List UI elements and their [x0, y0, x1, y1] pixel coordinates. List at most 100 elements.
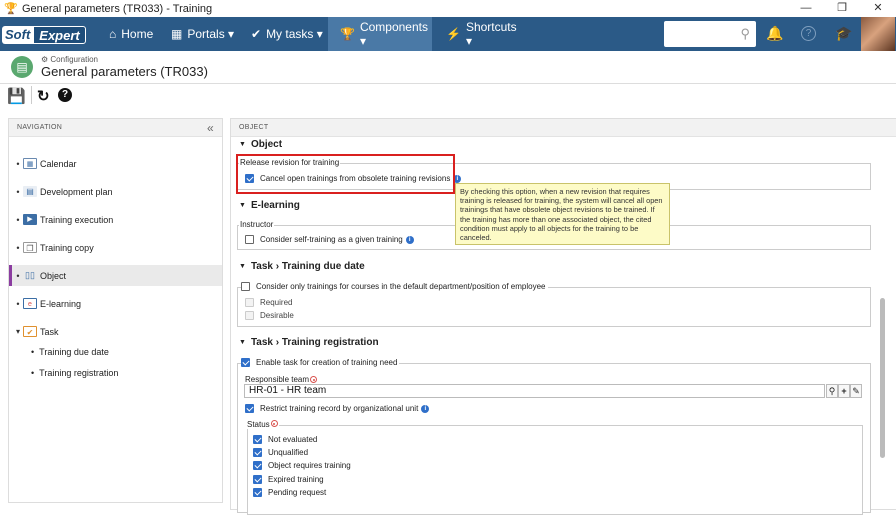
caret-down-icon: ▼ — [239, 141, 246, 148]
status-object-requires-training[interactable]: Object requires training — [253, 461, 351, 470]
nav-components[interactable]: 🏆 Components ▾ — [328, 17, 432, 51]
e-learning-icon: e — [23, 298, 37, 309]
required-icon — [310, 376, 318, 383]
gear-icon: ⚙ — [41, 55, 49, 64]
bell-icon[interactable]: 🔔 — [766, 25, 783, 42]
nav-item-task[interactable]: ▾ ✔ Task — [9, 321, 222, 342]
search-input[interactable]: ⚲ — [664, 21, 756, 47]
top-navbar: Soft Expert ⌂ Home ▦ Portals ▾ ✔ My tasks… — [0, 17, 896, 51]
task-icon: ✔ — [23, 326, 37, 337]
scrollbar[interactable] — [880, 298, 885, 458]
status-checkbox[interactable] — [253, 488, 262, 497]
window-title: General parameters (TR033) - Training — [22, 2, 213, 15]
clear-team-button[interactable]: ✎ — [850, 384, 862, 398]
status-not-evaluated[interactable]: Not evaluated — [253, 435, 317, 444]
nav-item-e-learning[interactable]: • e E-learning — [9, 293, 222, 314]
due-date-fieldset — [237, 287, 871, 327]
info-icon[interactable]: i — [421, 404, 430, 413]
instructor-legend: Instructor — [239, 220, 275, 229]
nav-item-training-execution[interactable]: • ▶ Training execution — [9, 209, 222, 230]
collapse-icon[interactable]: « — [207, 119, 214, 137]
close-button[interactable]: ✕ — [860, 0, 896, 17]
check-icon: ✔ — [251, 27, 262, 41]
breadcrumb: ⚙ Configuration — [41, 55, 98, 64]
responsible-team-field[interactable]: HR-01 - HR team — [244, 384, 825, 398]
nav-subitem-training-due-date[interactable]: • Training due date — [31, 347, 109, 357]
copy-icon: ❐ — [23, 242, 37, 253]
status-checkbox[interactable] — [253, 435, 262, 444]
portals-icon: ▦ — [171, 27, 183, 41]
home-icon: ⌂ — [109, 27, 117, 41]
status-checkbox[interactable] — [253, 461, 262, 470]
toolbar — [0, 84, 896, 109]
training-execution-icon: ▶ — [23, 214, 37, 225]
restore-button[interactable]: ❐ — [824, 0, 860, 17]
status-expired-training[interactable]: Expired training — [253, 475, 324, 484]
calendar-icon: ▦ — [23, 158, 37, 169]
status-unqualified[interactable]: Unqualified — [253, 448, 308, 457]
status-fieldset — [247, 425, 863, 515]
required-checkbox[interactable] — [245, 298, 254, 307]
softexpert-logo[interactable]: Soft Expert — [2, 25, 86, 44]
required-option[interactable]: Required — [245, 298, 292, 307]
development-plan-icon: ▤ — [23, 186, 37, 197]
help-icon[interactable]: ? — [58, 88, 72, 102]
nav-shortcuts[interactable]: ⚡ Shortcuts ▾ — [440, 17, 520, 51]
highlight-box — [236, 154, 455, 194]
section-training-registration[interactable]: ▼ Task › Training registration — [239, 337, 379, 348]
enable-task-checkbox[interactable] — [241, 358, 250, 367]
status-legend: Status — [246, 420, 279, 429]
lightning-icon: ⚡ — [446, 27, 461, 41]
desirable-checkbox[interactable] — [245, 311, 254, 320]
object-icon: ▯▯ — [25, 270, 35, 280]
nav-my-tasks[interactable]: ✔ My tasks ▾ — [247, 17, 327, 51]
status-checkbox[interactable] — [253, 448, 262, 457]
required-icon — [270, 420, 278, 427]
avatar[interactable] — [861, 17, 895, 51]
self-training-option[interactable]: Consider self-training as a given traini… — [245, 235, 414, 244]
content-header: OBJECT — [231, 119, 896, 137]
refresh-icon[interactable]: ↻ — [37, 87, 50, 105]
help-icon[interactable]: ? — [801, 26, 816, 41]
navigation-header: NAVIGATION « — [9, 119, 222, 137]
nav-item-development-plan[interactable]: • ▤ Development plan — [9, 181, 222, 202]
caret-down-icon: ▼ — [239, 202, 246, 209]
desirable-option[interactable]: Desirable — [245, 311, 294, 320]
caret-down-icon: ▼ — [239, 263, 246, 270]
info-icon[interactable]: i — [405, 235, 414, 244]
nav-subitem-training-registration[interactable]: • Training registration — [31, 368, 118, 378]
trophy-icon: 🏆 — [4, 3, 18, 15]
nav-item-training-copy[interactable]: • ❐ Training copy — [9, 237, 222, 258]
status-checkbox[interactable] — [253, 475, 262, 484]
section-training-due-date[interactable]: ▼ Task › Training due date — [239, 261, 365, 272]
tooltip: By checking this option, when a new revi… — [455, 183, 670, 245]
section-object[interactable]: ▼ Object — [239, 139, 282, 150]
search-icon[interactable]: ⚲ — [740, 26, 750, 42]
enable-task-option[interactable]: Enable task for creation of training nee… — [241, 358, 400, 367]
minimize-button[interactable]: — — [788, 0, 824, 17]
responsible-team-label: Responsible team — [245, 375, 318, 384]
self-training-checkbox[interactable] — [245, 235, 254, 244]
status-pending-request[interactable]: Pending request — [253, 488, 326, 497]
search-team-button[interactable]: ⚲ — [826, 384, 838, 398]
default-department-option[interactable]: Consider only trainings for courses in t… — [241, 282, 548, 291]
page-title: General parameters (TR033) — [41, 64, 208, 79]
save-icon[interactable]: 💾 — [7, 87, 26, 105]
restrict-org-unit-option[interactable]: Restrict training record by organization… — [245, 404, 430, 413]
trophy-icon: 🏆 — [340, 27, 355, 41]
restrict-org-unit-checkbox[interactable] — [245, 404, 254, 413]
training-module-icon: ▤ — [11, 56, 33, 78]
window-titlebar: 🏆 General parameters (TR033) - Training … — [0, 0, 896, 17]
section-e-learning[interactable]: ▼ E-learning — [239, 200, 300, 211]
add-team-button[interactable]: + — [838, 384, 850, 398]
window-controls: — ❐ ✕ — [788, 0, 896, 17]
default-department-checkbox[interactable] — [241, 282, 250, 291]
nav-home[interactable]: ⌂ Home — [104, 17, 166, 51]
navigation-panel: NAVIGATION « • ▦ Calendar • ▤ Development … — [8, 118, 223, 503]
toolbar-divider — [31, 86, 32, 104]
graduation-cap-icon[interactable]: 🎓 — [835, 25, 852, 42]
nav-item-calendar[interactable]: • ▦ Calendar — [9, 153, 222, 174]
nav-item-object[interactable]: • ▯▯ Object — [9, 265, 222, 286]
nav-portals[interactable]: ▦ Portals ▾ — [171, 17, 241, 51]
caret-down-icon: ▼ — [239, 339, 246, 346]
